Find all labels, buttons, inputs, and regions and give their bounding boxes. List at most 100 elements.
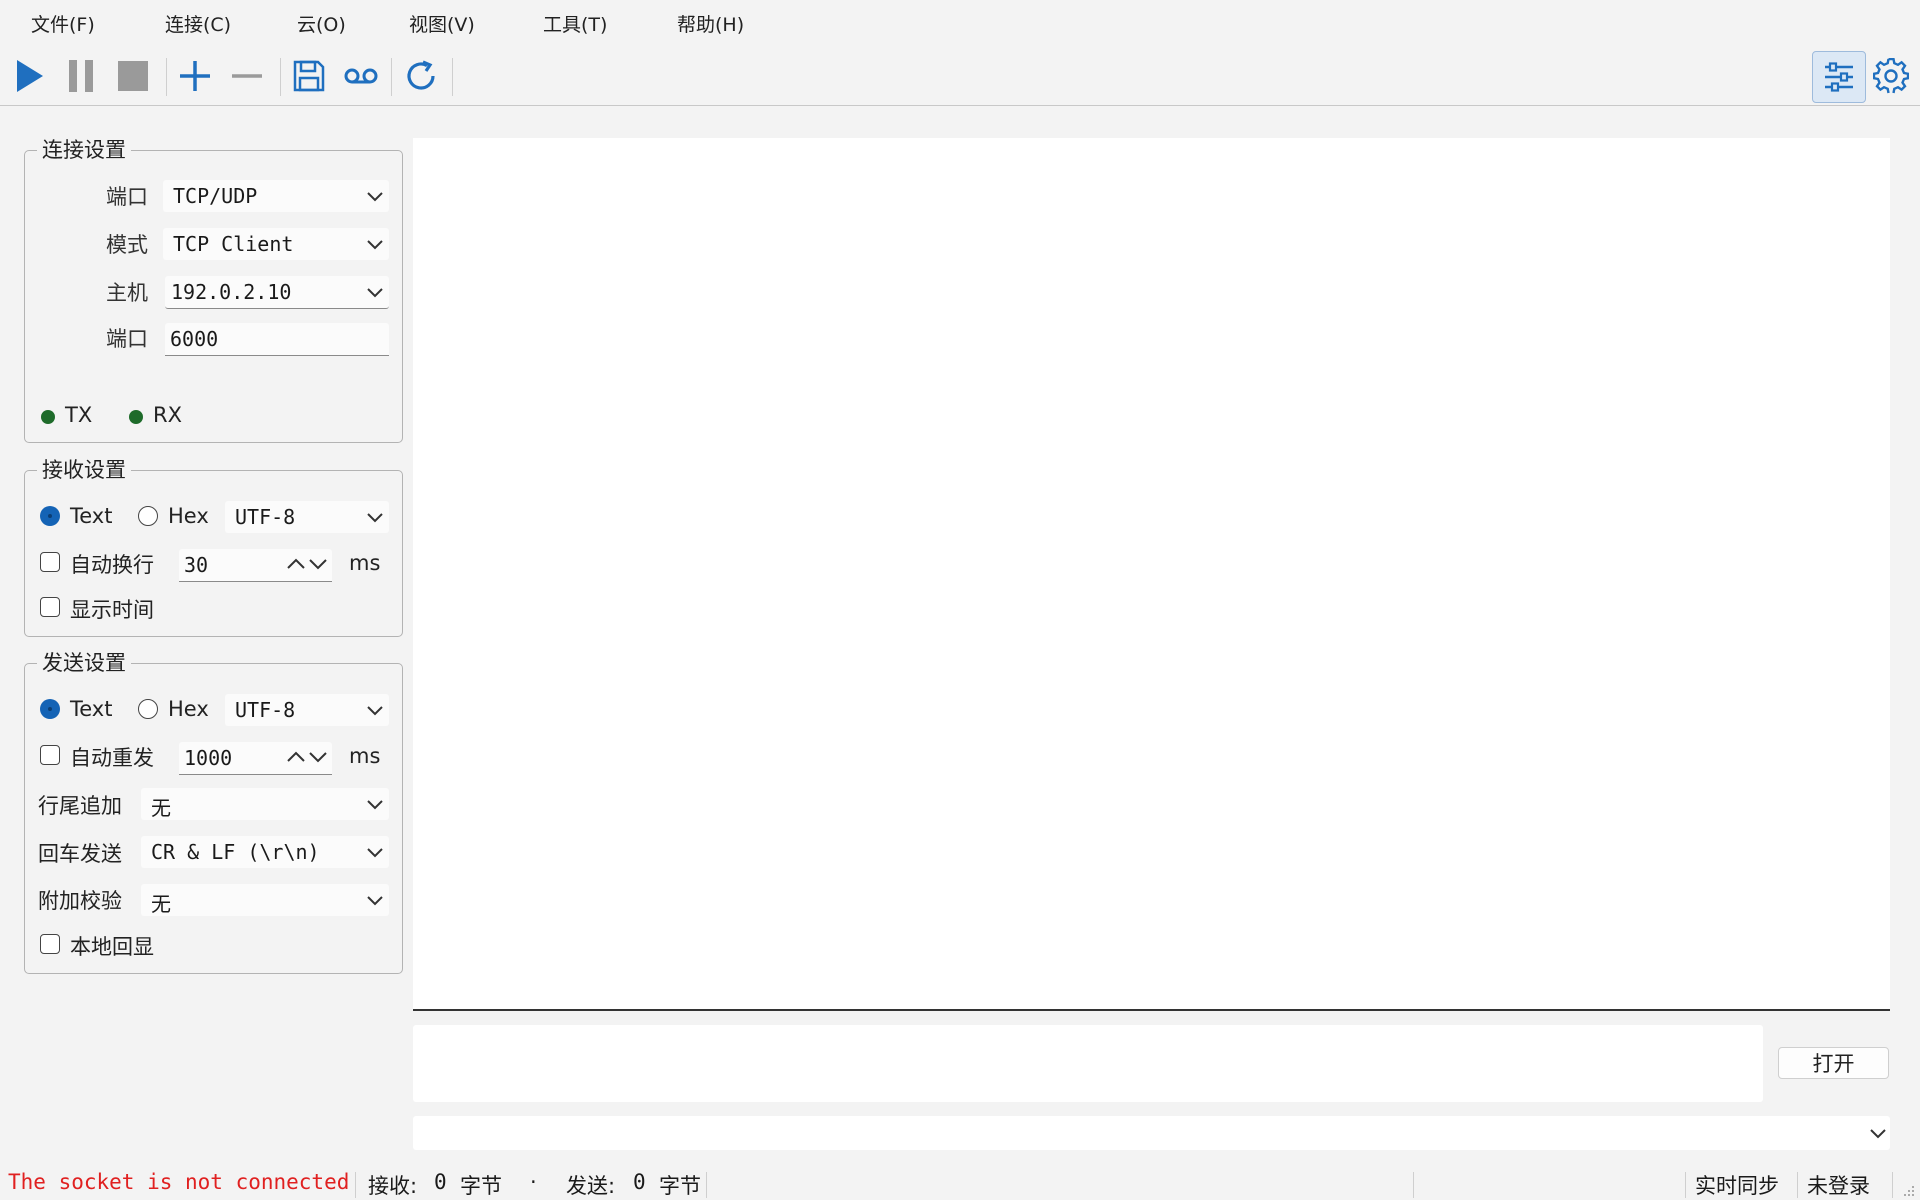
toolbar-separator bbox=[452, 58, 453, 96]
plus-icon bbox=[180, 61, 210, 91]
wrap-ms-unit: ms bbox=[349, 551, 381, 575]
recv-count: 0 bbox=[434, 1170, 447, 1194]
auto-resend-label: 自动重发 bbox=[70, 746, 154, 770]
realtime-sync-button[interactable]: 实时同步 bbox=[1695, 1170, 1779, 1200]
send-settings-group: 发送设置 Text Hex UTF-8 自动重发 1000 ms 行尾追加 无 … bbox=[24, 647, 403, 974]
send-text-radio[interactable] bbox=[40, 699, 60, 719]
stop-button[interactable] bbox=[110, 54, 156, 98]
port-type-label: 端口 bbox=[106, 185, 148, 209]
port-label: 端口 bbox=[106, 327, 148, 351]
menu-help[interactable]: 帮助(H) bbox=[677, 10, 744, 37]
send-count: 0 bbox=[633, 1170, 646, 1194]
play-icon bbox=[17, 60, 43, 92]
spin-arrows-icon[interactable] bbox=[286, 555, 328, 573]
checksum-label: 附加校验 bbox=[38, 889, 122, 913]
chevron-down-icon bbox=[1870, 1129, 1886, 1139]
receive-text-label: Text bbox=[70, 504, 113, 528]
show-time-checkbox[interactable] bbox=[40, 597, 60, 617]
status-dot: · bbox=[530, 1170, 537, 1194]
add-button[interactable] bbox=[172, 54, 218, 98]
recv-label: 接收: bbox=[368, 1174, 418, 1198]
receive-hex-radio[interactable] bbox=[138, 506, 158, 526]
receive-settings-group: 接收设置 Text Hex UTF-8 自动换行 30 ms 显示时间 bbox=[24, 454, 403, 637]
enter-send-select[interactable]: CR & LF (\r\n) bbox=[141, 836, 389, 868]
auto-wrap-label: 自动换行 bbox=[70, 553, 154, 577]
send-hex-radio[interactable] bbox=[138, 699, 158, 719]
resize-grip-icon[interactable] bbox=[1900, 1182, 1916, 1198]
refresh-button[interactable] bbox=[398, 54, 444, 98]
status-bar: The socket is not connected 接收: 0 字节 · 发… bbox=[0, 1164, 1920, 1200]
send-history-select[interactable] bbox=[413, 1116, 1890, 1150]
send-encoding-select[interactable]: UTF-8 bbox=[225, 694, 389, 726]
settings-panel-button[interactable] bbox=[1812, 51, 1866, 103]
menu-file[interactable]: 文件(F) bbox=[31, 10, 95, 37]
pause-button[interactable] bbox=[58, 54, 104, 98]
spin-arrows-icon[interactable] bbox=[286, 748, 328, 766]
receive-encoding-select[interactable]: UTF-8 bbox=[225, 501, 389, 533]
host-combo[interactable]: 192.0.2.10 bbox=[165, 276, 389, 309]
chevron-down-icon bbox=[367, 848, 383, 858]
menu-view[interactable]: 视图(V) bbox=[409, 10, 475, 37]
resend-ms-spinbox[interactable]: 1000 bbox=[179, 742, 332, 775]
preferences-button[interactable] bbox=[1868, 54, 1914, 98]
remove-button[interactable] bbox=[224, 54, 270, 98]
toolbar-separator bbox=[391, 58, 392, 96]
group-title: 接收设置 bbox=[37, 454, 131, 484]
receive-text-radio[interactable] bbox=[40, 506, 60, 526]
toolbar-separator bbox=[166, 58, 167, 96]
recv-unit: 字节 bbox=[460, 1174, 502, 1198]
start-button[interactable] bbox=[6, 54, 52, 98]
line-end-select[interactable]: 无 bbox=[141, 788, 389, 820]
mode-label: 模式 bbox=[106, 233, 148, 257]
status-separator bbox=[1797, 1172, 1798, 1198]
open-button[interactable]: 打开 bbox=[1778, 1047, 1889, 1079]
record-icon bbox=[344, 68, 378, 84]
chevron-down-icon bbox=[367, 896, 383, 906]
tx-indicator bbox=[41, 410, 55, 424]
local-echo-checkbox[interactable] bbox=[40, 934, 60, 954]
menu-bar: 文件(F) 连接(C) 云(O) 视图(V) 工具(T) 帮助(H) bbox=[0, 0, 1920, 46]
menu-tools[interactable]: 工具(T) bbox=[543, 10, 607, 37]
auto-resend-checkbox[interactable] bbox=[40, 745, 60, 765]
host-label: 主机 bbox=[106, 281, 148, 305]
minus-icon bbox=[232, 74, 262, 78]
status-separator bbox=[1892, 1172, 1893, 1198]
resend-ms-unit: ms bbox=[349, 744, 381, 768]
line-end-label: 行尾追加 bbox=[38, 794, 122, 818]
save-button[interactable] bbox=[286, 54, 332, 98]
login-status[interactable]: 未登录 bbox=[1807, 1170, 1870, 1200]
chevron-down-icon bbox=[367, 706, 383, 716]
mode-select[interactable]: TCP Client bbox=[163, 228, 389, 260]
settings-panel-icon bbox=[1825, 62, 1853, 92]
receive-hex-label: Hex bbox=[168, 504, 209, 528]
chevron-down-icon bbox=[367, 288, 383, 298]
group-title: 发送设置 bbox=[37, 647, 131, 677]
port-input[interactable]: 6000 bbox=[165, 323, 389, 356]
wrap-ms-spinbox[interactable]: 30 bbox=[179, 549, 332, 582]
send-hex-label: Hex bbox=[168, 697, 209, 721]
send-unit: 字节 bbox=[659, 1174, 701, 1198]
connection-settings-group: 连接设置 端口 TCP/UDP 模式 TCP Client 主机 192.0.2… bbox=[24, 134, 403, 443]
status-separator bbox=[1413, 1172, 1414, 1198]
send-input-area[interactable] bbox=[413, 1025, 1763, 1102]
refresh-icon bbox=[407, 60, 435, 90]
record-button[interactable] bbox=[338, 54, 384, 98]
status-separator bbox=[1685, 1172, 1686, 1198]
port-type-select[interactable]: TCP/UDP bbox=[163, 180, 389, 212]
auto-wrap-checkbox[interactable] bbox=[40, 552, 60, 572]
chevron-down-icon bbox=[367, 513, 383, 523]
menu-cloud[interactable]: 云(O) bbox=[297, 10, 346, 37]
send-text-label: Text bbox=[70, 697, 113, 721]
tx-label: TX bbox=[65, 403, 93, 427]
checksum-select[interactable]: 无 bbox=[141, 884, 389, 916]
chevron-down-icon bbox=[367, 800, 383, 810]
rx-indicator bbox=[129, 410, 143, 424]
receive-output-area[interactable] bbox=[413, 138, 1890, 1011]
enter-send-label: 回车发送 bbox=[38, 842, 122, 866]
menu-connect[interactable]: 连接(C) bbox=[165, 10, 231, 37]
send-label: 发送: bbox=[566, 1174, 616, 1198]
toolbar bbox=[0, 46, 1920, 106]
status-separator bbox=[706, 1172, 707, 1198]
group-title: 连接设置 bbox=[37, 134, 131, 164]
save-icon bbox=[293, 60, 325, 92]
